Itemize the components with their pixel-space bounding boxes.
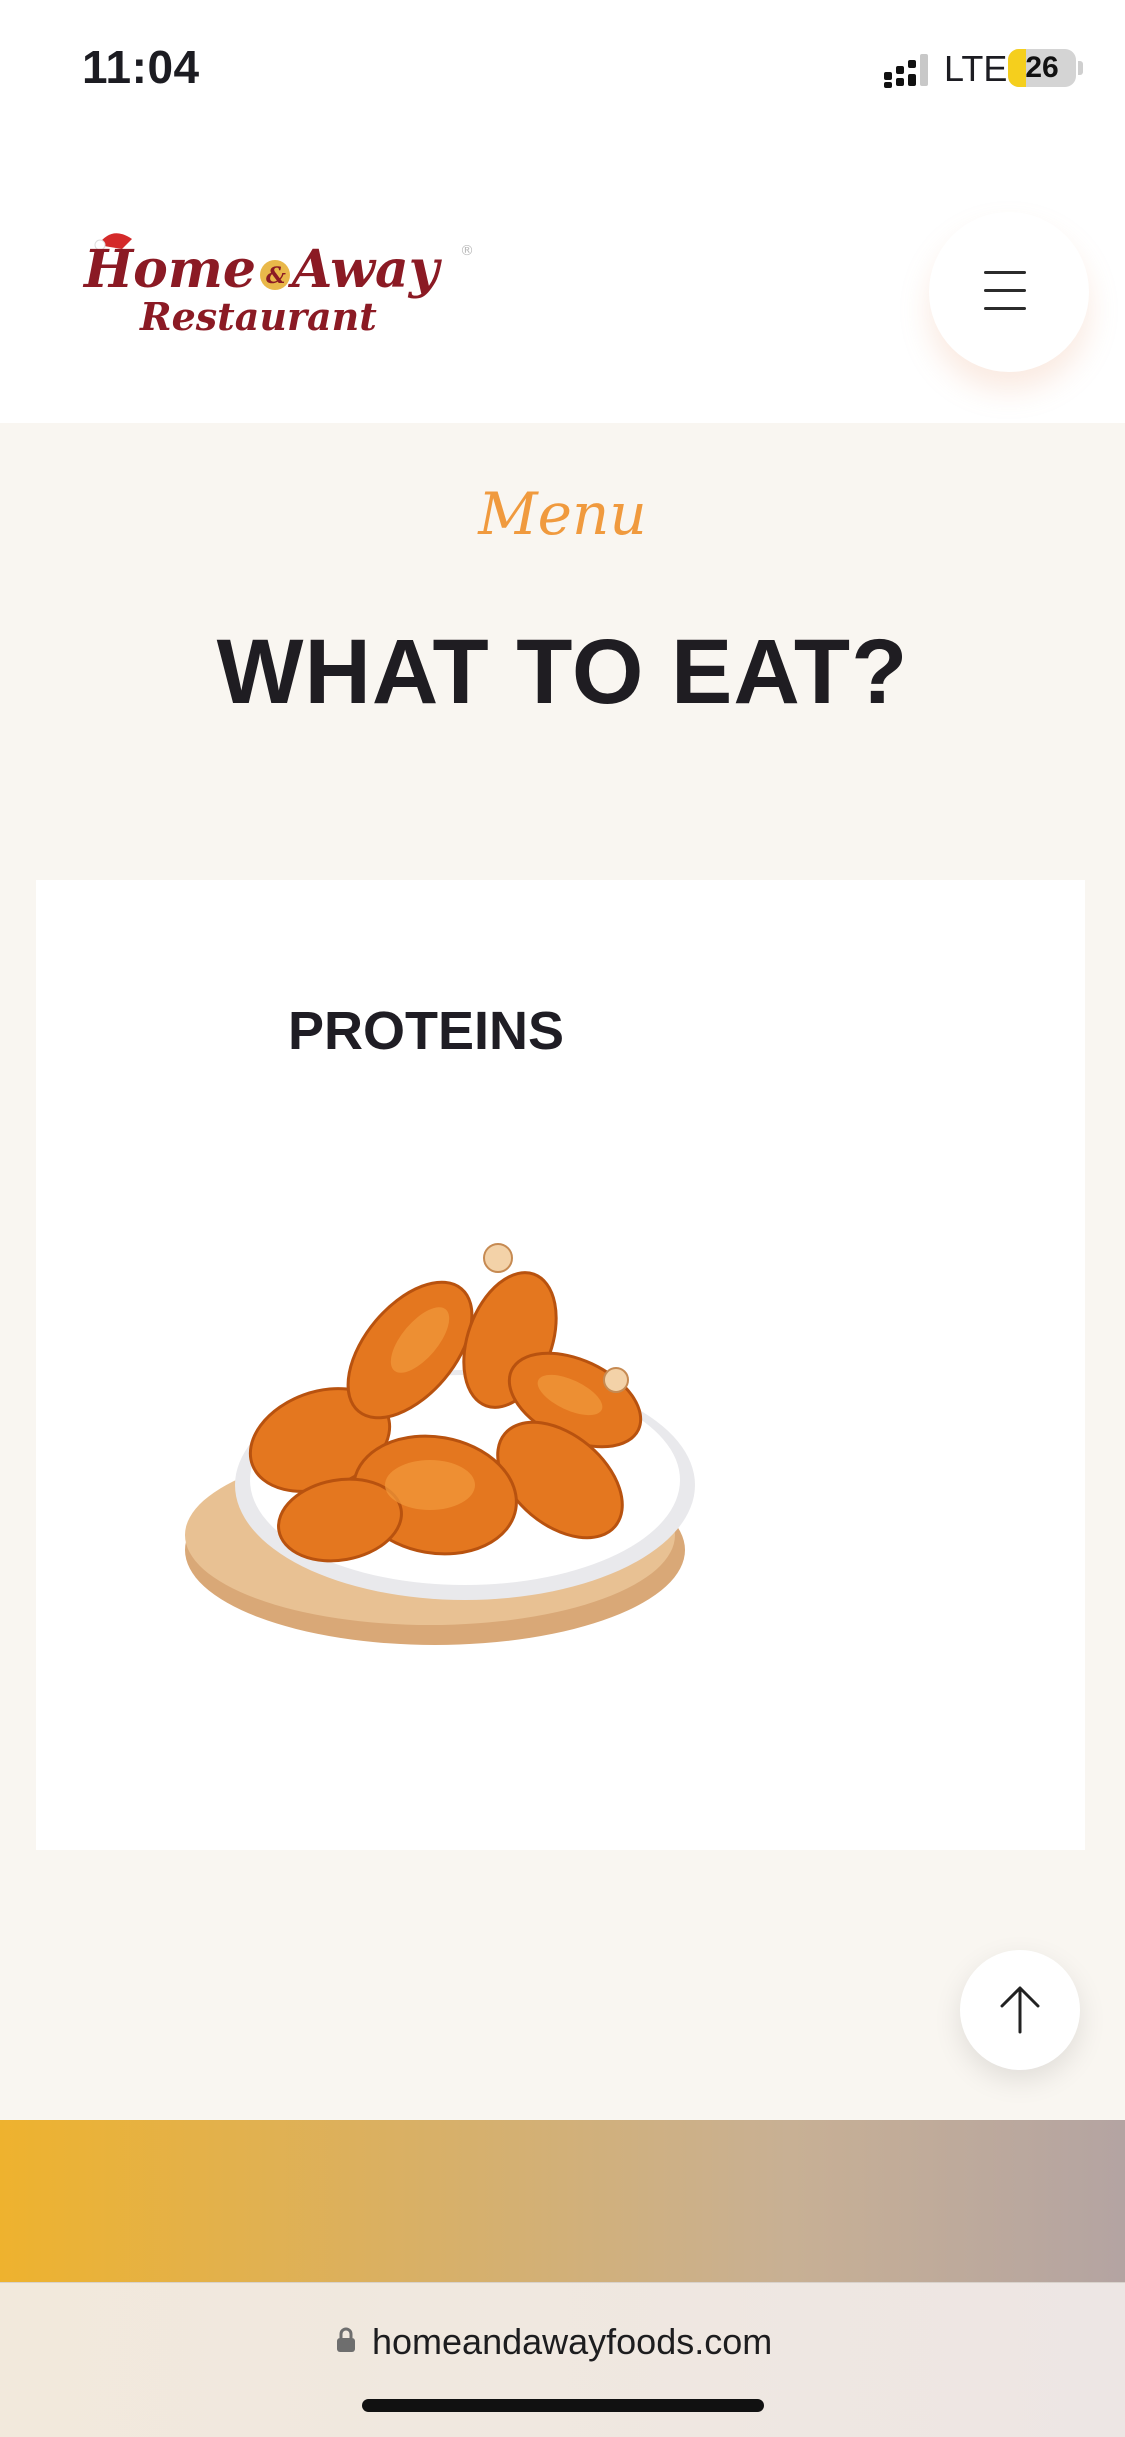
status-time: 11:04 [82, 41, 200, 93]
card-title: PROTEINS [288, 1001, 565, 1061]
logo-ampersand: & [266, 263, 286, 289]
battery-cap [1078, 61, 1083, 75]
logo-registered: ® [460, 243, 474, 259]
status-bar: 11:04 LTE 26 [0, 0, 1125, 140]
fried-chicken-image [185, 1243, 695, 1645]
arrow-up-icon [1000, 1986, 1040, 2034]
page-title: WHAT TO EAT? [216, 621, 909, 723]
lock-icon [337, 2327, 355, 2352]
battery-icon: 26 [1008, 49, 1076, 87]
home-indicator [362, 2399, 764, 2412]
network-label: LTE [944, 48, 1008, 89]
restaurant-logo[interactable]: Home & Away ® Restaurant [70, 215, 480, 345]
battery-level: 26 [1025, 51, 1059, 84]
logo-word-home: Home [82, 239, 256, 300]
logo-word-restaurant: Restaurant [139, 294, 377, 339]
menu-button[interactable] [929, 212, 1089, 372]
category-card[interactable]: PROTEINS [36, 880, 1085, 1850]
url-text[interactable]: homeandawayfoods.com [372, 2321, 772, 2363]
site-header: Home & Away ® Restaurant [0, 140, 1125, 423]
back-to-top-button[interactable] [960, 1950, 1080, 2070]
browser-url-bar[interactable]: homeandawayfoods.com [0, 2282, 1125, 2437]
logo-word-away: Away [287, 239, 443, 300]
signal-icon [884, 54, 928, 88]
footer-band [0, 2120, 1125, 2285]
section-eyebrow: Menu [478, 480, 647, 548]
